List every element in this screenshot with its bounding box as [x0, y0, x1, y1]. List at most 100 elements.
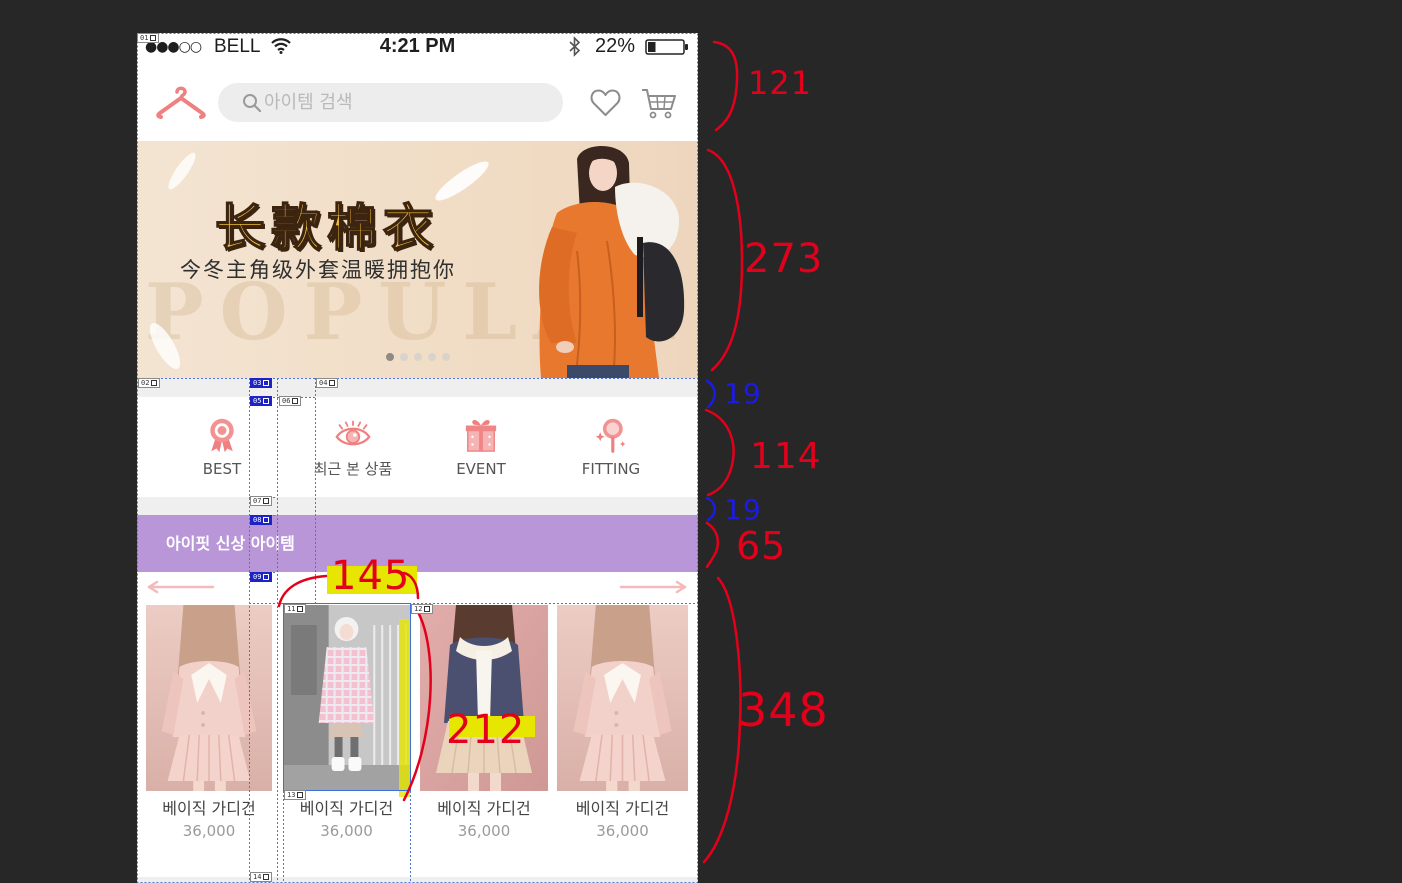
slice-number: 05 — [253, 397, 262, 405]
annotation-note: 19 — [724, 493, 762, 526]
slice-marker: 13 — [284, 790, 307, 800]
slice-marker: 07 — [250, 496, 273, 506]
slice-marker: 11 — [284, 604, 307, 614]
medal-icon — [210, 418, 234, 453]
product-name: 베이직 가디건 — [162, 799, 256, 818]
bluetooth-icon — [569, 36, 581, 57]
product-name: 베이직 가디건 — [299, 799, 394, 818]
slice-icon — [292, 398, 299, 404]
product-card[interactable]: 베이직 가디건 36,000 — [557, 605, 688, 845]
search-input[interactable] — [264, 83, 554, 122]
slice-icon — [263, 380, 270, 386]
product-card[interactable]: 베이직 가디건 36,000 — [283, 605, 410, 845]
annotation-note: 65 — [736, 524, 787, 568]
slice-number: 09 — [253, 573, 262, 581]
slice-number: 03 — [253, 379, 262, 387]
product-price: 36,000 — [596, 822, 649, 840]
category-label: 최근 본 상품 — [313, 460, 393, 478]
arrow-right-icon[interactable] — [619, 580, 687, 594]
slice-marker: 05 — [250, 396, 273, 406]
slice-number: 07 — [253, 497, 262, 505]
category-label: BEST — [202, 460, 242, 478]
slice-number: 12 — [414, 605, 423, 613]
slice-number: 08 — [253, 516, 262, 524]
search-bar[interactable] — [218, 83, 563, 122]
slice-icon — [297, 606, 304, 612]
slice-marker: 06 — [279, 396, 302, 406]
slice-marker: 03 — [250, 378, 273, 388]
product-name: 베이직 가디건 — [575, 799, 670, 818]
product-card[interactable]: 베이직 가디건 36,000 — [146, 605, 272, 845]
category-label: FITTING — [581, 460, 641, 478]
status-bar: ●●●○○ BELL 4:21 PM 22% — [137, 33, 698, 60]
section-divider — [137, 497, 698, 515]
banner-subtitle: 今冬主角级外套温暖拥抱你 — [180, 258, 456, 282]
annotation-note: 348 — [738, 683, 829, 737]
phone-screen: ●●●○○ BELL 4:21 PM 22% 아이템 검색 POPULAR 长款… — [137, 33, 698, 883]
annotation-note: 114 — [750, 436, 822, 477]
category-fitting[interactable]: FITTING — [551, 397, 671, 497]
product-price: 36,000 — [182, 822, 236, 840]
product-price: 36,000 — [320, 822, 373, 840]
product-image[interactable] — [557, 605, 688, 791]
slice-icon — [329, 380, 336, 386]
search-icon — [243, 94, 262, 113]
carousel-dots[interactable] — [386, 353, 450, 361]
section-divider — [137, 378, 698, 397]
slice-number: 02 — [141, 379, 150, 387]
slice-icon — [150, 35, 157, 41]
carousel-dot[interactable] — [442, 353, 450, 361]
slice-marker: 09 — [250, 572, 273, 582]
category-recent[interactable]: 최근 본 상품 — [293, 397, 413, 497]
slice-number: 14 — [253, 873, 262, 881]
product-price: 36,000 — [457, 822, 511, 840]
slice-number: 11 — [287, 605, 296, 613]
annotation-note: 273 — [744, 236, 824, 282]
slice-icon — [263, 398, 270, 404]
product-image[interactable] — [420, 605, 548, 791]
gift-icon — [465, 420, 497, 452]
slice-number: 04 — [319, 379, 328, 387]
category-event[interactable]: EVENT — [421, 397, 541, 497]
heart-icon[interactable] — [590, 88, 621, 117]
annotation-note: 212 — [446, 707, 526, 753]
category-label: EVENT — [456, 460, 506, 478]
carousel-dot[interactable] — [414, 353, 422, 361]
slice-marker: 02 — [138, 378, 161, 388]
cart-icon[interactable] — [640, 86, 677, 119]
banner-title: 长款棉衣 — [214, 198, 439, 258]
annotation-note: 19 — [724, 377, 762, 410]
category-menu: BEST 최근 본 상품 EVENT FITTING — [137, 397, 698, 497]
bottom-divider — [137, 877, 698, 883]
battery-percent: 22% — [595, 35, 636, 57]
arrow-left-icon[interactable] — [147, 580, 215, 594]
promo-banner[interactable]: POPULAR 长款棉衣 今冬主角级外套温暖拥抱你 — [137, 141, 698, 378]
slice-marker: 04 — [316, 378, 339, 388]
slice-marker: 08 — [250, 515, 273, 525]
new-items-title: 아이핏 신상 아이템 — [166, 534, 295, 553]
hanger-icon[interactable] — [155, 85, 207, 119]
eye-icon — [335, 420, 371, 446]
slice-marker: 12 — [411, 604, 434, 614]
slice-marker: 14 — [250, 872, 273, 882]
slice-icon — [263, 517, 270, 523]
magic-mirror-icon — [595, 418, 626, 453]
slice-number: 01 — [140, 34, 149, 42]
slice-marker: 01 — [137, 33, 160, 43]
new-items-header: 아이핏 신상 아이템 — [137, 515, 698, 572]
slice-icon — [263, 498, 270, 504]
slice-icon — [263, 574, 270, 580]
battery-icon — [645, 39, 688, 55]
slice-number: 06 — [282, 397, 291, 405]
carousel-dot[interactable] — [386, 353, 394, 361]
slice-icon — [424, 606, 431, 612]
slice-number: 13 — [287, 791, 296, 799]
product-image[interactable] — [146, 605, 272, 791]
slice-icon — [263, 874, 270, 880]
product-image[interactable] — [283, 605, 410, 791]
category-best[interactable]: BEST — [162, 397, 282, 497]
carousel-dot[interactable] — [400, 353, 408, 361]
slice-icon — [297, 792, 304, 798]
product-name: 베이직 가디건 — [437, 799, 531, 818]
carousel-dot[interactable] — [428, 353, 436, 361]
